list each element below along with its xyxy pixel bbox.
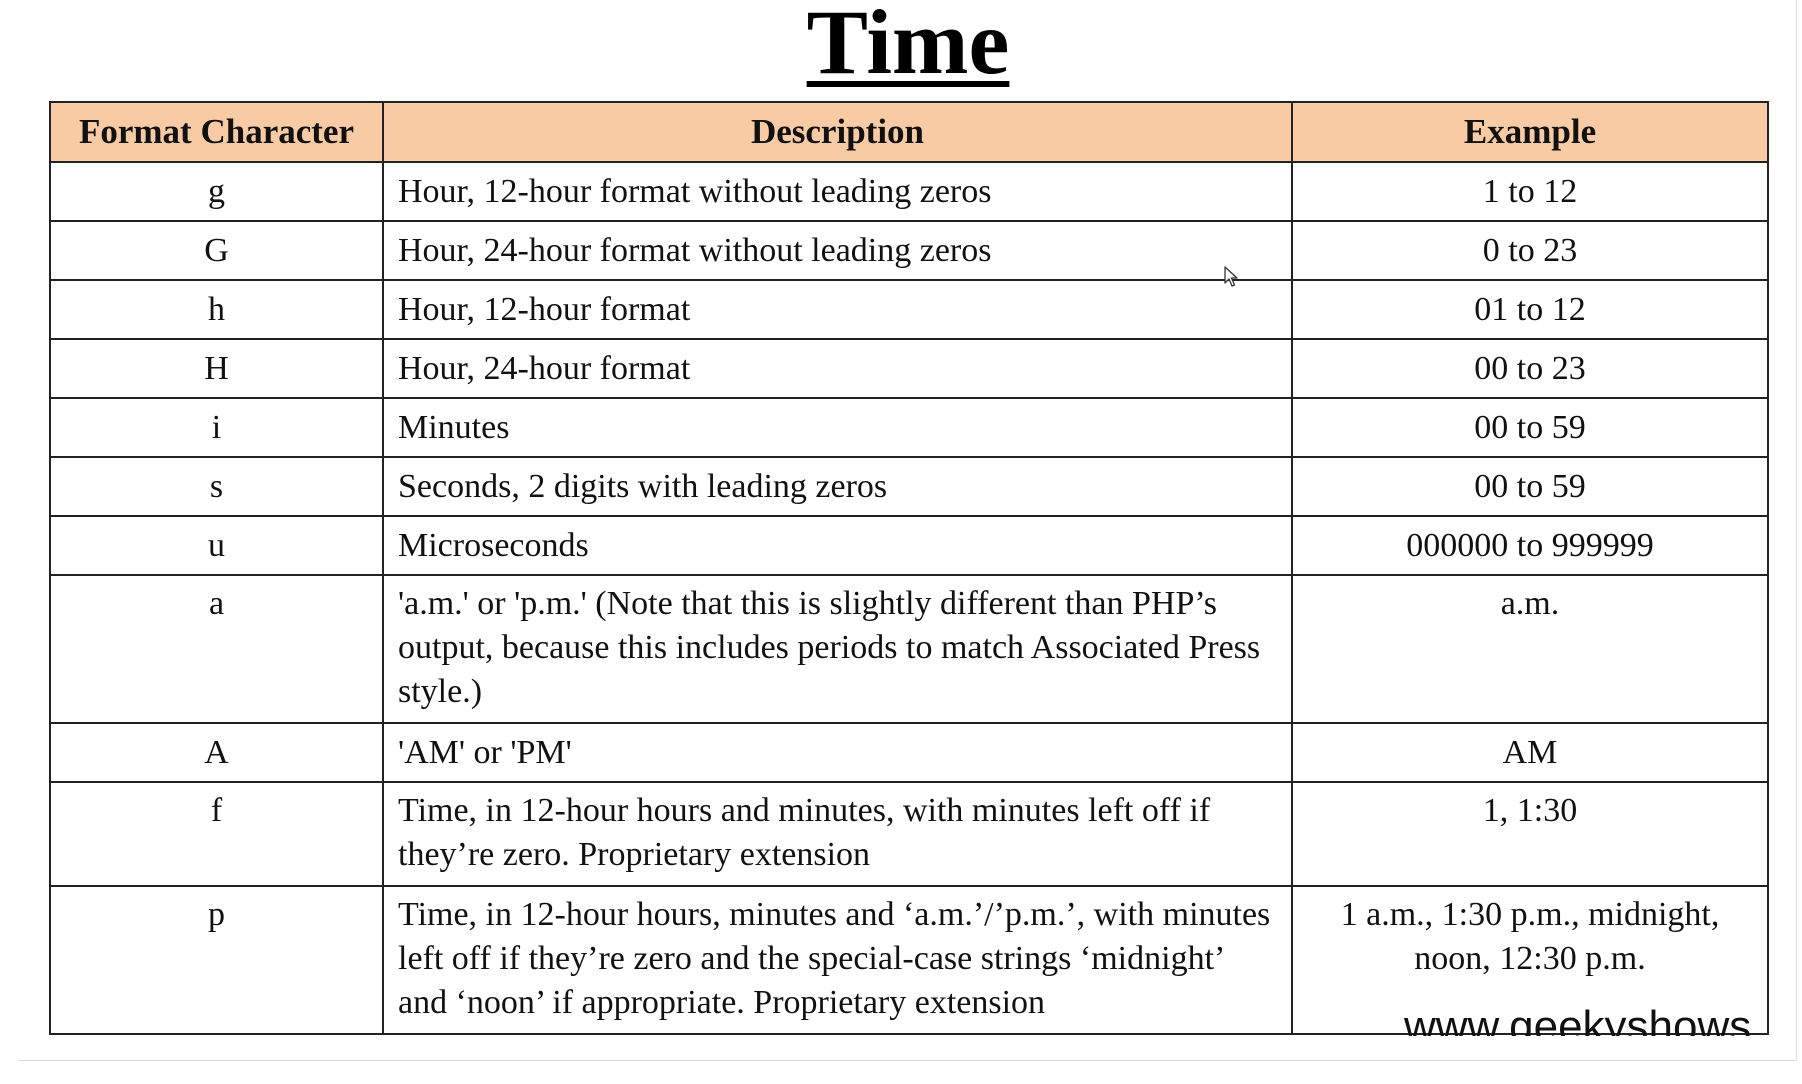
table-row: g Hour, 12-hour format without leading z… xyxy=(49,161,1769,222)
description-cell: 'a.m.' or 'p.m.' (Note that this is slig… xyxy=(382,574,1293,724)
header-format-character: Format Character xyxy=(49,101,384,163)
frame-edge-right xyxy=(1796,0,1797,1060)
format-cell: i xyxy=(49,397,384,458)
description-cell: Hour, 24-hour format xyxy=(382,338,1293,399)
table-row: u Microseconds 000000 to 999999 xyxy=(49,515,1769,576)
description-cell: Time, in 12-hour hours, minutes and ‘a.m… xyxy=(382,885,1293,1035)
table-row: f Time, in 12-hour hours and minutes, wi… xyxy=(49,781,1769,887)
table-row: A 'AM' or 'PM' AM xyxy=(49,722,1769,783)
example-cell: 00 to 59 xyxy=(1291,456,1769,517)
header-example: Example xyxy=(1291,101,1769,163)
example-cell: 1, 1:30 xyxy=(1291,781,1769,887)
format-cell: H xyxy=(49,338,384,399)
format-cell: s xyxy=(49,456,384,517)
format-cell: a xyxy=(49,574,384,724)
example-cell: 000000 to 999999 xyxy=(1291,515,1769,576)
table-row: G Hour, 24-hour format without leading z… xyxy=(49,220,1769,281)
description-cell: Hour, 24-hour format without leading zer… xyxy=(382,220,1293,281)
description-cell: Microseconds xyxy=(382,515,1293,576)
description-cell: Minutes xyxy=(382,397,1293,458)
table-row: i Minutes 00 to 59 xyxy=(49,397,1769,458)
example-cell: 01 to 12 xyxy=(1291,279,1769,340)
time-format-table: Format Character Description Example g H… xyxy=(49,101,1769,1035)
example-cell: 00 to 59 xyxy=(1291,397,1769,458)
format-cell: A xyxy=(49,722,384,783)
mouse-pointer-icon xyxy=(1224,266,1238,287)
description-cell: Hour, 12-hour format xyxy=(382,279,1293,340)
watermark-text: www.geekyshows xyxy=(1404,1002,1752,1036)
description-cell: Hour, 12-hour format without leading zer… xyxy=(382,161,1293,222)
format-cell: g xyxy=(49,161,384,222)
table-row: s Seconds, 2 digits with leading zeros 0… xyxy=(49,456,1769,517)
example-cell: 0 to 23 xyxy=(1291,220,1769,281)
format-cell: u xyxy=(49,515,384,576)
description-cell: 'AM' or 'PM' xyxy=(382,722,1293,783)
example-cell: a.m. xyxy=(1291,574,1769,724)
description-cell: Seconds, 2 digits with leading zeros xyxy=(382,456,1293,517)
table-header-row: Format Character Description Example xyxy=(49,101,1769,163)
example-cell: AM xyxy=(1291,722,1769,783)
description-cell: Time, in 12-hour hours and minutes, with… xyxy=(382,781,1293,887)
table-row: a 'a.m.' or 'p.m.' (Note that this is sl… xyxy=(49,574,1769,724)
slide: Time Format Character Description Exampl… xyxy=(0,0,1792,1036)
example-cell: 1 to 12 xyxy=(1291,161,1769,222)
table-row: H Hour, 24-hour format 00 to 23 xyxy=(49,338,1769,399)
example-cell: 00 to 23 xyxy=(1291,338,1769,399)
format-cell: f xyxy=(49,781,384,887)
format-cell: p xyxy=(49,885,384,1035)
format-cell: h xyxy=(49,279,384,340)
frame-edge-bottom xyxy=(18,1060,1796,1061)
page-title: Time xyxy=(806,0,1010,93)
table-row: h Hour, 12-hour format 01 to 12 xyxy=(49,279,1769,340)
screen: Time Format Character Description Exampl… xyxy=(0,0,1802,1084)
header-description: Description xyxy=(382,101,1293,163)
format-cell: G xyxy=(49,220,384,281)
